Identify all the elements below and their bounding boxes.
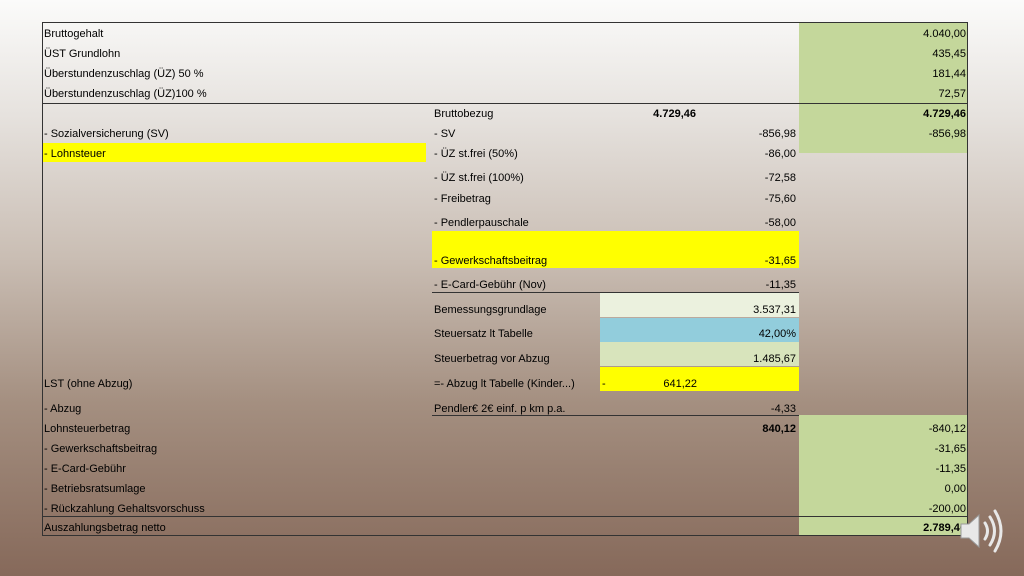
sv-label: - Sozialversicherung (SV) [44,128,169,140]
lohnsteuerbetrag-label: Lohnsteuerbetrag [44,423,131,435]
steuerbetrag-label: Steuerbetrag vor Abzug [434,353,550,365]
bruttobezug-rule [42,103,968,104]
pendler-euro-value: -4,33 [770,403,796,415]
right-border [967,22,968,536]
uez50-label: Überstundenzuschlag (ÜZ) 50 % [44,68,204,80]
uez100-label: Überstundenzuschlag (ÜZ)100 % [44,88,207,100]
left-border [42,22,43,536]
lst-mid-label: =- Abzug lt Tabelle (Kinder...) [434,378,575,390]
lohnsteuerbetrag-mid-value: 840,12 [762,423,796,435]
ecard-label: - E-Card-Gebühr [44,463,126,475]
ust-grundlohn-label: ÜST Grundlohn [44,48,121,60]
rueckzahlung-label: - Rückzahlung Gehaltsvorschuss [44,503,205,515]
bemessung-value: 3.537,31 [753,304,796,316]
bemessung-label: Bemessungsgrundlage [434,304,547,316]
lohnsteuerbetrag-value: -840,12 [928,423,966,435]
gewerkschaft-mid-value: -31,65 [764,255,796,267]
bruttobezug-label: Bruttobezug [434,108,494,120]
uez-frei100-label: - ÜZ st.frei (100%) [434,172,524,184]
pendler-value: -58,00 [764,217,796,229]
betriebsrat-label: - Betriebsratsumlage [44,483,146,495]
lst-dash: - [602,378,606,390]
freibetrag-label: - Freibetrag [434,193,491,205]
uez50-value: 181,44 [932,68,966,80]
pendler-label: - Pendlerpauschale [434,217,529,229]
ecard-mid-label: - E-Card-Gebühr (Nov) [434,279,546,291]
bottom-border [42,535,968,536]
abzug-rule [432,415,799,416]
bruttogehalt-value: 4.040,00 [923,28,966,40]
pendler-euro-label: Pendler€ 2€ einf. p km p.a. [434,403,566,415]
bruttobezug-value: 4.729,46 [923,108,966,120]
uez-frei100-value: -72,58 [764,172,796,184]
gewerkschaft-mid-label: - Gewerkschaftsbeitrag [434,255,548,267]
netto-label: Auszahlungsbetrag netto [44,522,166,534]
lst-label: LST (ohne Abzug) [44,378,133,390]
bruttobezug-mid-value: 4.729,46 [653,108,696,120]
speaker-icon-graphic [960,509,1003,553]
lohnsteuer-label: - Lohnsteuer [44,148,106,160]
betriebsrat-value: 0,00 [944,483,966,495]
payroll-sheet: Bruttogehalt 4.040,00 ÜST Grundlohn 435,… [42,22,968,536]
lst-value-fill [600,367,799,391]
ecard-mid-value: -11,35 [765,279,796,291]
sv-mid-label: - SV [434,128,456,140]
steuersatz-label: Steuersatz lt Tabelle [434,328,533,340]
ecard-value: -11,35 [935,463,966,475]
sv-mid-value: -856,98 [758,128,796,140]
lst-value: 641,22 [663,378,697,390]
abzug-label: - Abzug [44,403,82,415]
steuerbetrag-value: 1.485,67 [753,353,796,365]
speaker-icon[interactable] [955,506,1005,556]
ecard-rule [432,292,799,293]
uez100-value: 72,57 [938,88,966,100]
gewerkschaft-label: - Gewerkschaftsbeitrag [44,443,158,455]
steuersatz-value: 42,00% [758,328,796,340]
ust-grundlohn-value: 435,45 [932,48,966,60]
freibetrag-value: -75,60 [764,193,796,205]
sv-value: -856,98 [928,128,966,140]
top-border [42,22,968,23]
netto-rule [42,516,968,517]
uez-frei50-value: -86,00 [764,148,796,160]
uez-frei50-label: - ÜZ st.frei (50%) [434,148,518,160]
gewerkschaft-value: -31,65 [934,443,966,455]
bruttogehalt-label: Bruttogehalt [44,28,104,40]
